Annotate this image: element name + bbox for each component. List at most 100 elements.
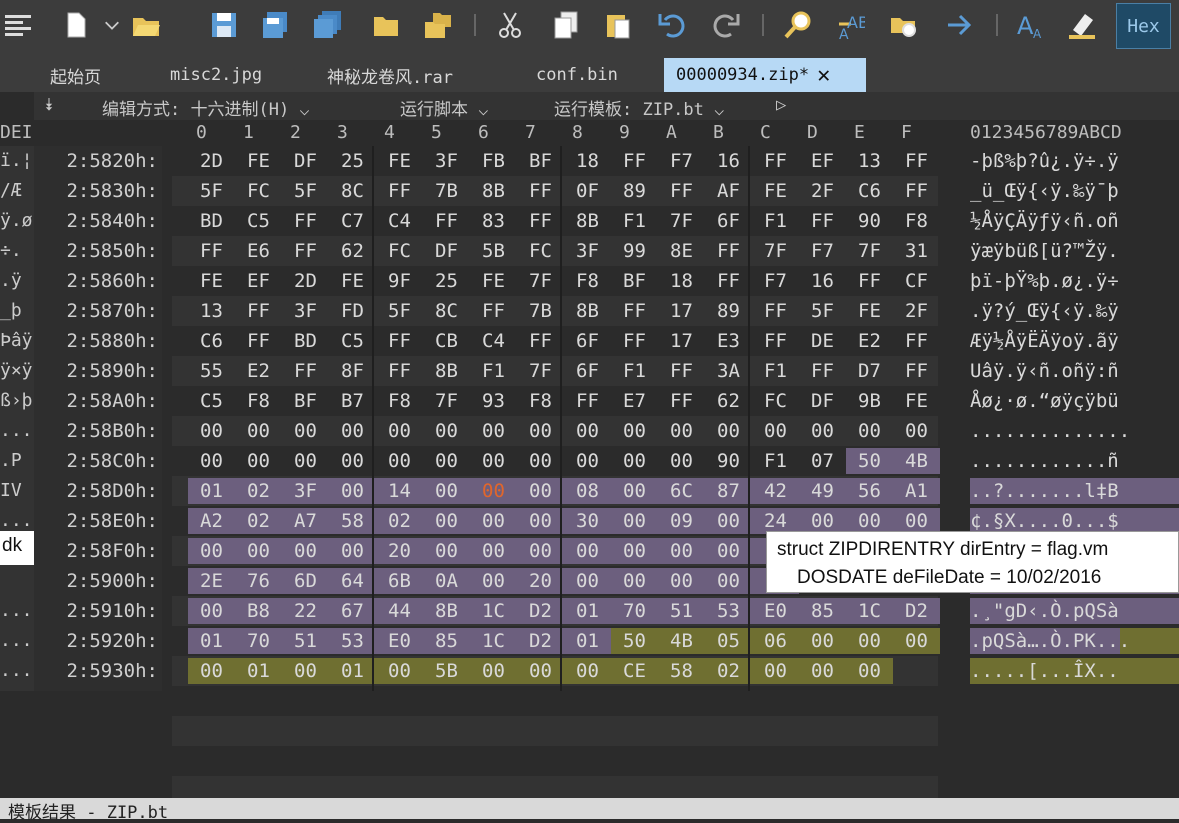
hex-byte[interactable]: 76 <box>235 568 282 594</box>
hex-byte[interactable]: 7F <box>846 238 893 264</box>
hex-byte[interactable]: 00 <box>282 448 329 474</box>
hex-byte[interactable]: 01 <box>188 478 235 504</box>
hex-byte[interactable]: FE <box>329 268 376 294</box>
hex-byte[interactable]: B8 <box>235 598 282 624</box>
hex-byte[interactable]: 00 <box>846 418 893 444</box>
hex-byte[interactable]: 16 <box>705 148 752 174</box>
hex-byte[interactable]: DF <box>799 388 846 414</box>
hex-byte[interactable]: FF <box>376 328 423 354</box>
hex-byte[interactable]: FD <box>329 298 376 324</box>
hex-byte[interactable]: C5 <box>329 328 376 354</box>
hex-byte[interactable]: 8B <box>470 178 517 204</box>
hex-byte[interactable]: 8B <box>564 298 611 324</box>
hex-byte[interactable]: 01 <box>564 628 611 654</box>
redo-icon[interactable] <box>708 6 744 44</box>
hex-byte[interactable]: 08 <box>564 478 611 504</box>
hex-byte[interactable]: E0 <box>752 598 799 624</box>
font-icon[interactable]: AA <box>1012 6 1048 44</box>
hex-byte[interactable]: 00 <box>517 658 564 684</box>
hex-byte[interactable]: FB <box>470 148 517 174</box>
hex-byte[interactable]: 14 <box>376 478 423 504</box>
hex-byte[interactable]: F1 <box>752 208 799 234</box>
hex-byte[interactable]: 00 <box>423 418 470 444</box>
hex-byte[interactable]: 89 <box>611 178 658 204</box>
hex-byte[interactable]: 00 <box>846 658 893 684</box>
hex-byte[interactable]: FE <box>376 148 423 174</box>
hex-byte[interactable]: 90 <box>705 448 752 474</box>
hex-byte[interactable]: 00 <box>282 538 329 564</box>
hex-byte[interactable]: A1 <box>893 478 940 504</box>
goto-icon[interactable] <box>942 6 978 44</box>
hex-byte[interactable]: 50 <box>611 628 658 654</box>
open-folder-icon[interactable] <box>128 6 164 44</box>
hex-byte[interactable]: 07 <box>799 448 846 474</box>
hex-byte[interactable]: 00 <box>329 538 376 564</box>
highlight-icon[interactable] <box>1064 6 1100 44</box>
hex-byte[interactable]: 00 <box>893 628 940 654</box>
hex-byte[interactable]: 00 <box>705 418 752 444</box>
hex-byte[interactable]: EF <box>235 268 282 294</box>
hex-byte[interactable]: F1 <box>611 358 658 384</box>
hex-byte[interactable]: 00 <box>188 598 235 624</box>
hex-byte[interactable]: 00 <box>705 508 752 534</box>
hex-byte[interactable]: 8E <box>658 238 705 264</box>
hex-byte[interactable]: FF <box>705 238 752 264</box>
find-in-files-icon[interactable] <box>886 6 922 44</box>
hex-byte[interactable]: 55 <box>188 358 235 384</box>
hex-byte[interactable]: 00 <box>235 418 282 444</box>
hex-byte[interactable]: 42 <box>752 478 799 504</box>
hex-byte[interactable]: C6 <box>846 178 893 204</box>
hex-byte[interactable]: 00 <box>752 658 799 684</box>
hex-byte[interactable]: 70 <box>235 628 282 654</box>
hex-byte[interactable]: FE <box>188 268 235 294</box>
hex-byte[interactable]: D2 <box>517 628 564 654</box>
close-icon[interactable]: ✕ <box>817 63 830 88</box>
hex-byte[interactable]: 2E <box>188 568 235 594</box>
hex-byte[interactable]: C7 <box>329 208 376 234</box>
hex-byte[interactable]: 85 <box>423 628 470 654</box>
hex-byte[interactable]: 00 <box>893 418 940 444</box>
hex-byte[interactable]: 00 <box>376 658 423 684</box>
hex-byte[interactable]: 00 <box>282 658 329 684</box>
hex-byte[interactable]: BD <box>282 328 329 354</box>
hex-byte[interactable]: 00 <box>235 448 282 474</box>
hex-byte[interactable]: 51 <box>282 628 329 654</box>
save-as-icon[interactable] <box>258 6 294 44</box>
hex-byte[interactable]: 6F <box>564 328 611 354</box>
hex-byte[interactable]: FF <box>470 298 517 324</box>
hex-byte[interactable]: 00 <box>846 628 893 654</box>
hex-byte[interactable]: E2 <box>846 328 893 354</box>
hex-byte[interactable]: 93 <box>470 388 517 414</box>
hex-byte[interactable]: 58 <box>658 658 705 684</box>
hex-byte[interactable]: 00 <box>470 568 517 594</box>
hex-byte[interactable]: FE <box>752 178 799 204</box>
hex-byte[interactable]: 31 <box>893 238 940 264</box>
hex-byte[interactable]: FF <box>752 148 799 174</box>
hex-byte[interactable]: 67 <box>329 598 376 624</box>
hex-byte[interactable]: FF <box>423 208 470 234</box>
hex-byte[interactable]: FF <box>799 358 846 384</box>
tab-active-zip[interactable]: 00000934.zip* ✕ <box>664 58 866 92</box>
hex-byte[interactable]: FF <box>611 328 658 354</box>
hex-byte[interactable]: 00 <box>470 448 517 474</box>
hex-byte[interactable]: FE <box>470 268 517 294</box>
hex-byte[interactable]: 56 <box>846 478 893 504</box>
hex-byte[interactable]: 18 <box>658 268 705 294</box>
hex-byte[interactable]: 25 <box>329 148 376 174</box>
hex-byte[interactable]: FF <box>282 238 329 264</box>
hex-byte[interactable]: FC <box>752 388 799 414</box>
hex-byte[interactable]: 00 <box>470 508 517 534</box>
hex-toggle-button[interactable]: Hex <box>1116 3 1171 49</box>
hex-byte[interactable]: 00 <box>564 658 611 684</box>
ascii-row[interactable]: .............. <box>970 418 1130 444</box>
hex-byte[interactable]: 22 <box>282 598 329 624</box>
hex-byte[interactable]: E6 <box>235 238 282 264</box>
hex-byte[interactable]: 5B <box>470 238 517 264</box>
hex-byte[interactable]: 9F <box>376 268 423 294</box>
hex-byte[interactable]: 70 <box>611 598 658 624</box>
hex-byte[interactable]: 7F <box>517 358 564 384</box>
hex-byte[interactable]: 00 <box>611 568 658 594</box>
hex-byte[interactable]: DF <box>423 238 470 264</box>
hex-byte[interactable]: FF <box>752 328 799 354</box>
hex-byte[interactable]: 00 <box>517 418 564 444</box>
